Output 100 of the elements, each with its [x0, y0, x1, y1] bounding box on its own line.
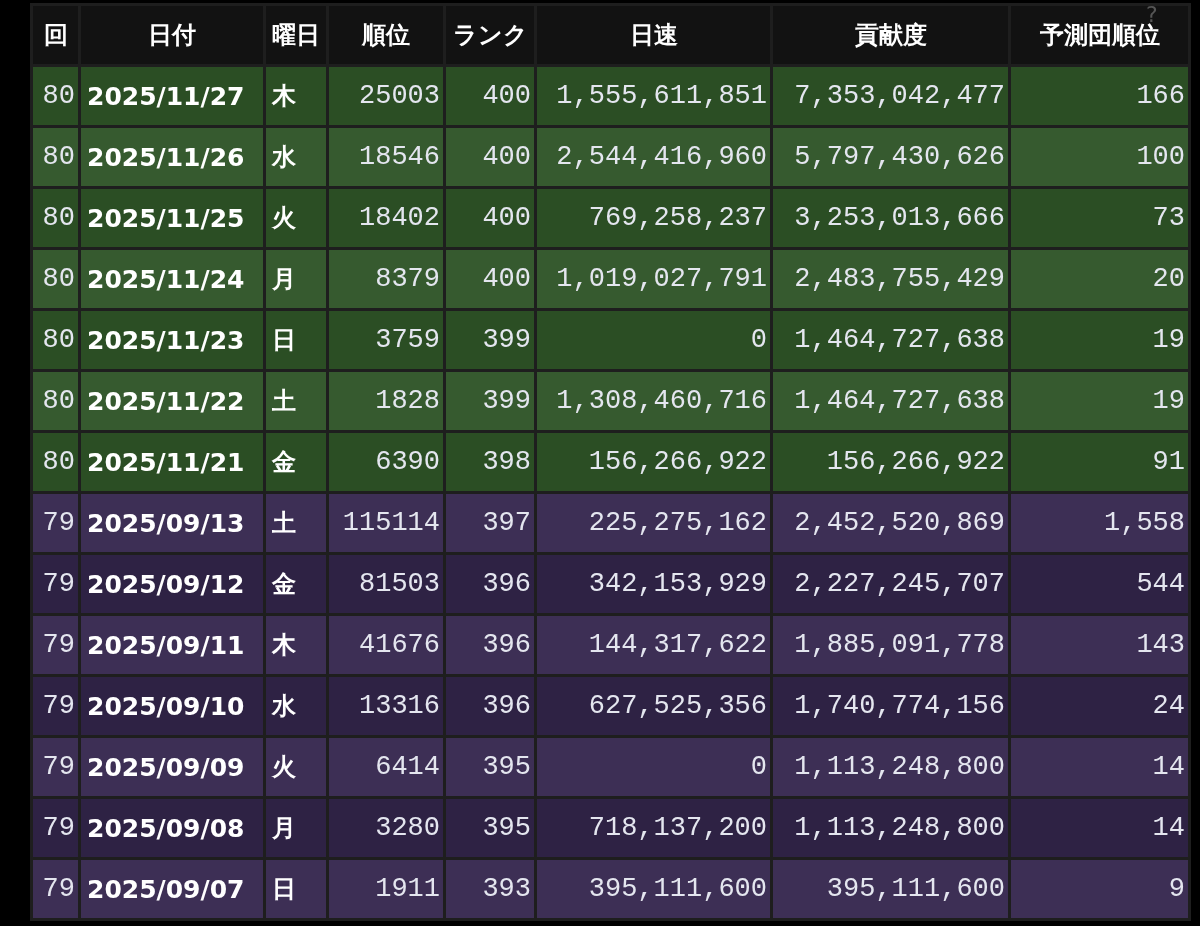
table-cell: 19: [1011, 311, 1188, 369]
table-cell: 395: [446, 738, 534, 796]
table-cell: 400: [446, 128, 534, 186]
table-cell: 水: [266, 677, 326, 735]
table-cell: 79: [33, 677, 78, 735]
table-cell: 627,525,356: [537, 677, 770, 735]
table-cell: 81503: [329, 555, 443, 613]
table-cell: 25003: [329, 67, 443, 125]
table-cell: 393: [446, 860, 534, 918]
table-cell: 2025/11/22: [81, 372, 263, 430]
table-cell: 396: [446, 677, 534, 735]
table-cell: 金: [266, 555, 326, 613]
table-cell: 395,111,600: [537, 860, 770, 918]
table-cell: 1,885,091,778: [773, 616, 1008, 674]
table-cell: 3,253,013,666: [773, 189, 1008, 247]
table-cell: 73: [1011, 189, 1188, 247]
table-cell: 115114: [329, 494, 443, 552]
table-cell: 2025/09/09: [81, 738, 263, 796]
table-cell: 20: [1011, 250, 1188, 308]
table-cell: 日: [266, 311, 326, 369]
table-cell: 24: [1011, 677, 1188, 735]
table-cell: 6390: [329, 433, 443, 491]
table-cell: 400: [446, 189, 534, 247]
table-cell: 79: [33, 555, 78, 613]
table-cell: 7,353,042,477: [773, 67, 1008, 125]
table-cell: 41676: [329, 616, 443, 674]
table-cell: 1,740,774,156: [773, 677, 1008, 735]
table-cell: 80: [33, 372, 78, 430]
column-header: 曜日: [266, 6, 326, 64]
table-cell: 2025/11/26: [81, 128, 263, 186]
column-header: 日速: [537, 6, 770, 64]
table-cell: 718,137,200: [537, 799, 770, 857]
table-cell: 水: [266, 128, 326, 186]
table-cell: 2025/09/10: [81, 677, 263, 735]
table-cell: 400: [446, 250, 534, 308]
column-header: 日付: [81, 6, 263, 64]
table-cell: 火: [266, 738, 326, 796]
table-cell: 342,153,929: [537, 555, 770, 613]
table-cell: 395: [446, 799, 534, 857]
table-cell: 3759: [329, 311, 443, 369]
table-cell: 79: [33, 738, 78, 796]
table-cell: 2025/11/21: [81, 433, 263, 491]
table-cell: 80: [33, 67, 78, 125]
table-cell: 月: [266, 799, 326, 857]
table-cell: 166: [1011, 67, 1188, 125]
table-cell: 225,275,162: [537, 494, 770, 552]
table-cell: 18402: [329, 189, 443, 247]
table-cell: 143: [1011, 616, 1188, 674]
table-cell: 396: [446, 555, 534, 613]
table-cell: 2,483,755,429: [773, 250, 1008, 308]
table-cell: 木: [266, 616, 326, 674]
table-cell: 79: [33, 616, 78, 674]
table-cell: 399: [446, 372, 534, 430]
table-cell: 2025/09/11: [81, 616, 263, 674]
column-header: 貢献度: [773, 6, 1008, 64]
table-cell: 80: [33, 128, 78, 186]
table-cell: 火: [266, 189, 326, 247]
table-cell: 1,555,611,851: [537, 67, 770, 125]
table-cell: 0: [537, 311, 770, 369]
column-header: 回: [33, 6, 78, 64]
table-cell: 1,308,460,716: [537, 372, 770, 430]
table-cell: 1,558: [1011, 494, 1188, 552]
table-cell: 400: [446, 67, 534, 125]
table-cell: 395,111,600: [773, 860, 1008, 918]
table-cell: 80: [33, 433, 78, 491]
table-cell: 2025/11/27: [81, 67, 263, 125]
table-cell: 13316: [329, 677, 443, 735]
table-cell: 9: [1011, 860, 1188, 918]
table-cell: 5,797,430,626: [773, 128, 1008, 186]
table-cell: 1,019,027,791: [537, 250, 770, 308]
table-cell: 2025/11/23: [81, 311, 263, 369]
table-cell: 6414: [329, 738, 443, 796]
table-cell: 2025/09/13: [81, 494, 263, 552]
table-cell: 2025/09/07: [81, 860, 263, 918]
table-cell: 1,113,248,800: [773, 738, 1008, 796]
table-cell: 398: [446, 433, 534, 491]
table-cell: 月: [266, 250, 326, 308]
table-cell: 8379: [329, 250, 443, 308]
table-cell: 397: [446, 494, 534, 552]
table-cell: 769,258,237: [537, 189, 770, 247]
table-cell: 2,544,416,960: [537, 128, 770, 186]
table-cell: 14: [1011, 738, 1188, 796]
table-cell: 1911: [329, 860, 443, 918]
column-header: ランク: [446, 6, 534, 64]
table-cell: 1,464,727,638: [773, 311, 1008, 369]
table-cell: 1,464,727,638: [773, 372, 1008, 430]
table-cell: 2025/11/25: [81, 189, 263, 247]
table-cell: 木: [266, 67, 326, 125]
table-cell: 144,317,622: [537, 616, 770, 674]
table-cell: 79: [33, 860, 78, 918]
table-cell: 91: [1011, 433, 1188, 491]
table-cell: 日: [266, 860, 326, 918]
table-cell: 2025/09/12: [81, 555, 263, 613]
table-cell: 2025/09/08: [81, 799, 263, 857]
table-cell: 2,227,245,707: [773, 555, 1008, 613]
table-cell: 100: [1011, 128, 1188, 186]
table-cell: 18546: [329, 128, 443, 186]
table-cell: 156,266,922: [537, 433, 770, 491]
table-cell: 2,452,520,869: [773, 494, 1008, 552]
table-cell: 156,266,922: [773, 433, 1008, 491]
